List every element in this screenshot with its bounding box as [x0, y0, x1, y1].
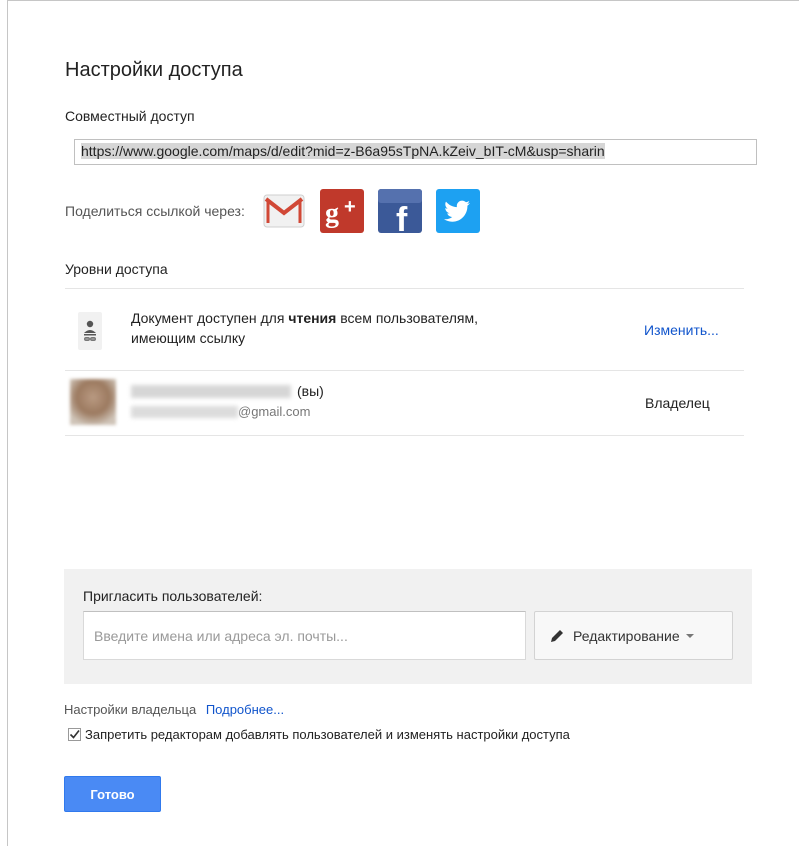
divider — [65, 370, 744, 371]
share-via-label: Поделиться ссылкой через: — [65, 203, 245, 219]
restrict-checkbox[interactable] — [68, 728, 81, 741]
permission-dropdown[interactable]: Редактирование — [534, 611, 733, 660]
chevron-down-icon — [685, 633, 694, 638]
restrict-label: Запретить редакторам добавлять пользоват… — [85, 727, 570, 742]
link-person-icon — [78, 312, 102, 350]
gmail-icon[interactable] — [262, 189, 306, 233]
invite-input[interactable] — [83, 611, 526, 660]
restrict-editors-option[interactable]: Запретить редакторам добавлять пользоват… — [68, 727, 570, 742]
avatar — [70, 379, 116, 425]
learn-more-link[interactable]: Подробнее... — [206, 702, 284, 717]
svg-text:f: f — [396, 201, 408, 233]
share-link-text: https://www.google.com/maps/d/edit?mid=z… — [81, 143, 605, 159]
access-levels-label: Уровни доступа — [65, 261, 168, 277]
facebook-icon[interactable]: f — [377, 189, 422, 239]
redacted-email — [131, 405, 238, 418]
change-access-link[interactable]: Изменить... — [644, 322, 719, 338]
svg-text:+: + — [344, 196, 356, 218]
divider — [65, 288, 744, 289]
svg-text:g: g — [325, 198, 339, 229]
twitter-icon[interactable] — [435, 189, 480, 233]
invite-panel: Пригласить пользователей: Редактирование — [64, 569, 752, 684]
pencil-icon — [549, 628, 565, 644]
owner-email: @gmail.com — [131, 404, 310, 419]
share-link-field[interactable]: https://www.google.com/maps/d/edit?mid=z… — [74, 139, 757, 165]
link-permission-text: Документ доступен для чтения всем пользо… — [131, 310, 478, 346]
redacted-name — [131, 384, 291, 398]
owner-settings: Настройки владельца Подробнее... — [64, 702, 284, 717]
invite-label: Пригласить пользователей: — [83, 588, 263, 604]
done-button[interactable]: Готово — [64, 776, 161, 812]
share-via-row: Поделиться ссылкой через: g + f — [65, 189, 494, 239]
google-plus-icon[interactable]: g + — [319, 189, 364, 233]
owner-settings-label: Настройки владельца — [64, 702, 197, 717]
share-dialog: Настройки доступа Совместный доступ http… — [7, 0, 799, 846]
permission-value: Редактирование — [573, 627, 680, 644]
divider — [65, 435, 744, 436]
dialog-title: Настройки доступа — [65, 59, 243, 81]
shared-access-label: Совместный доступ — [65, 108, 195, 124]
owner-role: Владелец — [645, 395, 710, 411]
owner-name: (вы) — [131, 383, 324, 399]
